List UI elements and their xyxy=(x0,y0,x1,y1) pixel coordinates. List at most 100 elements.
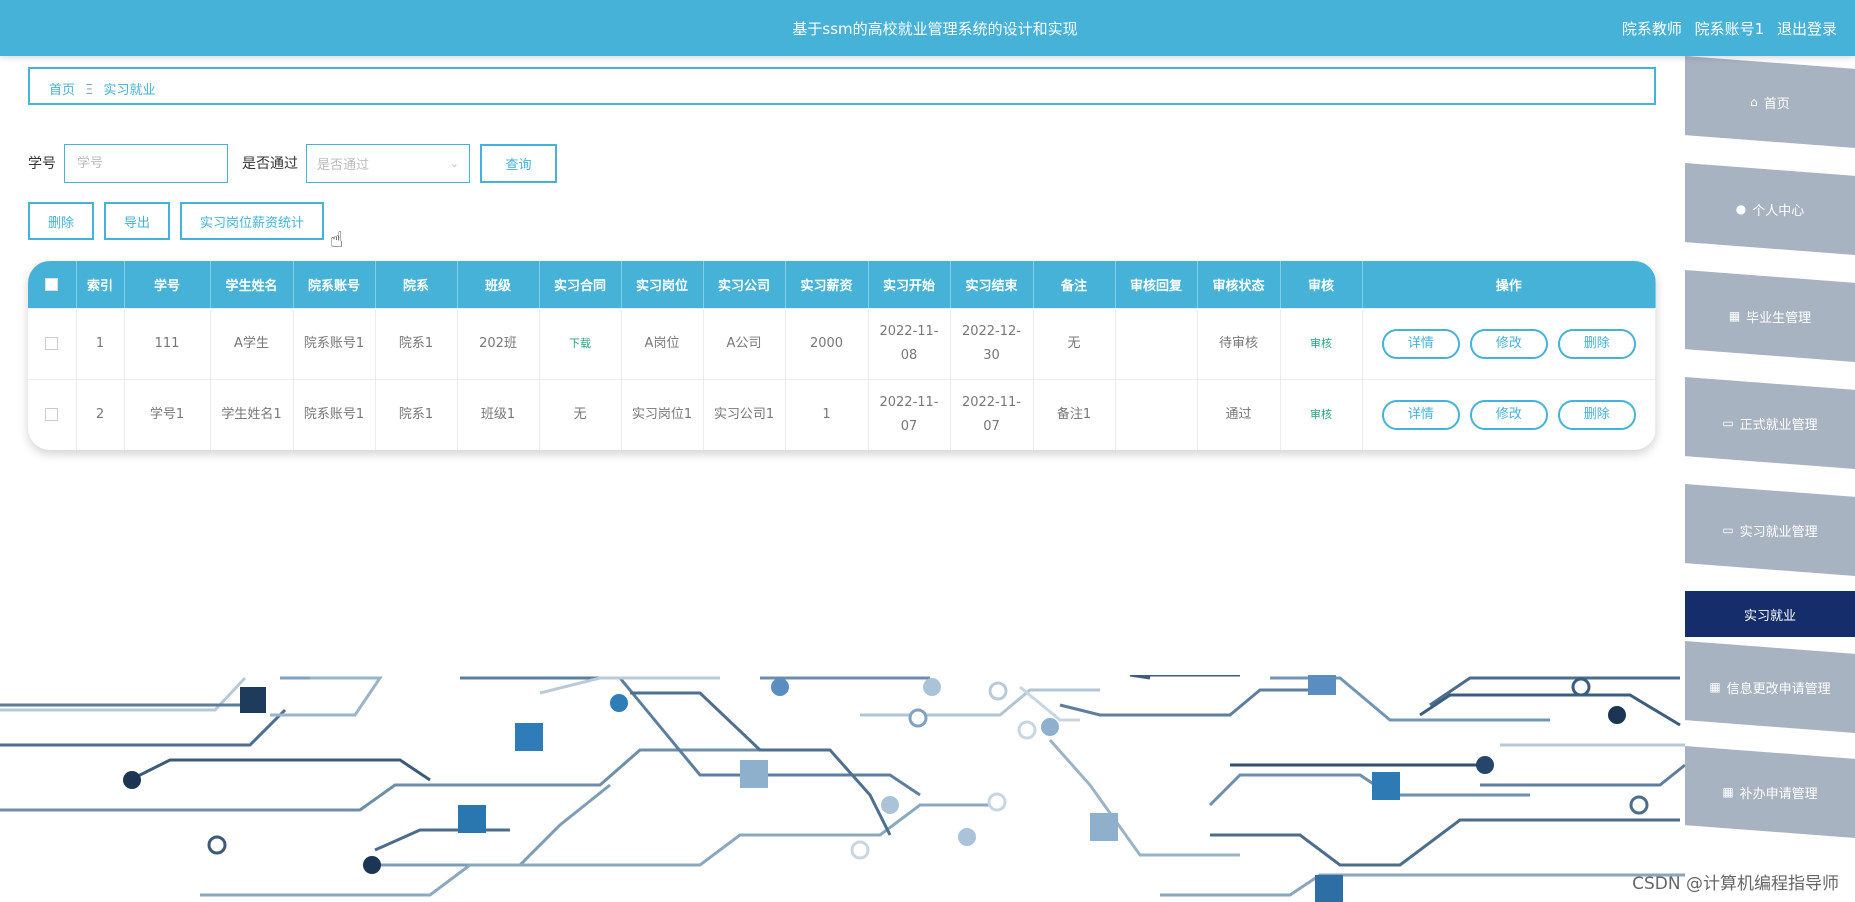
cell-position: A岗位 xyxy=(621,307,704,379)
breadcrumb-home[interactable]: 首页 xyxy=(49,83,75,98)
cell-class: 202班 xyxy=(457,307,540,379)
delete-button[interactable]: 删除 xyxy=(1557,399,1636,430)
sidebar-item-label: 实习就业管理 xyxy=(1739,524,1818,540)
cell-position: 实习岗位1 xyxy=(621,378,704,450)
detail-button[interactable]: 详情 xyxy=(1381,328,1460,359)
cell-reply xyxy=(1115,378,1198,450)
cell-start: 2022-11-08 xyxy=(868,307,951,379)
sidebar-item-label: 实习就业 xyxy=(1743,608,1796,624)
cell-note: 备注1 xyxy=(1033,378,1116,450)
data-table: 索引 学号 学生姓名 院系账号 院系 班级 实习合同 实习岗位 实习公司 实习薪… xyxy=(28,261,1656,450)
cell-dept-account: 院系账号1 xyxy=(293,378,376,450)
row-checkbox[interactable] xyxy=(45,407,59,421)
batch-delete-button[interactable]: 删除 xyxy=(28,202,95,240)
column-header: 索引 xyxy=(76,261,125,308)
breadcrumb: 首页 Ξ 实习就业 xyxy=(28,67,1656,105)
edit-button[interactable]: 修改 xyxy=(1469,399,1548,430)
row-select-cell[interactable] xyxy=(28,307,77,379)
sidebar-item-label: 首页 xyxy=(1763,96,1790,112)
user-role: 院系教师 xyxy=(1621,20,1682,38)
circuit-background xyxy=(0,675,1685,902)
column-header: 实习结束 xyxy=(950,261,1034,308)
column-header: 审核回复 xyxy=(1115,261,1198,308)
column-header: 审核 xyxy=(1280,261,1363,308)
table-header-row: 索引 学号 学生姓名 院系账号 院系 班级 实习合同 实习岗位 实习公司 实习薪… xyxy=(28,261,1656,308)
student-no-input[interactable] xyxy=(64,143,228,183)
cell-salary: 1 xyxy=(785,378,869,450)
grid-icon: ▦ xyxy=(1728,309,1741,323)
cell-note: 无 xyxy=(1033,307,1116,379)
sidebar-item-internship-active[interactable]: 实习就业 xyxy=(1685,591,1855,637)
cell-operations: 详情 修改 删除 xyxy=(1362,307,1656,379)
sidebar-item-label: 个人中心 xyxy=(1752,203,1805,219)
breadcrumb-current: 实习就业 xyxy=(103,83,156,98)
cell-class: 班级1 xyxy=(457,378,540,450)
column-header: 实习开始 xyxy=(868,261,951,308)
column-header: 操作 xyxy=(1362,261,1656,308)
user-account: 院系账号1 xyxy=(1694,20,1765,38)
sidebar-item-internship-management[interactable]: ▭ 实习就业管理 xyxy=(1685,484,1855,576)
cell-name: A学生 xyxy=(210,307,294,379)
sidebar-item-formal-employment[interactable]: ▭ 正式就业管理 xyxy=(1685,377,1855,469)
cell-operations: 详情 修改 删除 xyxy=(1362,378,1656,450)
top-header: 基于ssm的高校就业管理系统的设计和实现 院系教师 院系账号1 退出登录 xyxy=(0,0,1855,56)
cell-reply xyxy=(1115,307,1198,379)
sidebar-item-label: 毕业生管理 xyxy=(1746,310,1812,326)
column-header: 学生姓名 xyxy=(210,261,294,308)
column-header: 学号 xyxy=(124,261,211,308)
edit-button[interactable]: 修改 xyxy=(1469,328,1548,359)
salary-stats-button[interactable]: 实习岗位薪资统计 xyxy=(180,202,325,240)
search-bar: 学号 是否通过 是否通过 ⌄ 查询 xyxy=(28,143,557,183)
row-select-cell[interactable] xyxy=(28,378,77,450)
row-checkbox[interactable] xyxy=(45,336,59,350)
cell-student-no: 学号1 xyxy=(124,378,211,450)
action-toolbar: 删除 导出 实习岗位薪资统计 xyxy=(28,202,325,240)
monitor-icon: ▭ xyxy=(1722,523,1734,537)
sidebar-item-label: 信息更改申请管理 xyxy=(1726,681,1831,697)
query-button[interactable]: 查询 xyxy=(480,143,557,183)
audit-link[interactable]: 审核 xyxy=(1280,307,1363,379)
student-no-label: 学号 xyxy=(28,156,56,172)
hand-cursor-icon: ☝ xyxy=(330,228,344,253)
grid-icon: ▦ xyxy=(1722,785,1734,799)
cell-student-no: 111 xyxy=(124,307,211,379)
sidebar-item-reissue[interactable]: ▦ 补办申请管理 xyxy=(1685,746,1855,838)
pass-select[interactable]: 是否通过 ⌄ xyxy=(306,143,470,183)
cell-contract: 无 xyxy=(539,378,622,450)
audit-link[interactable]: 审核 xyxy=(1280,378,1363,450)
cell-name: 学生姓名1 xyxy=(210,378,294,450)
pass-label: 是否通过 xyxy=(242,156,298,172)
cell-index: 1 xyxy=(76,307,125,379)
chevron-down-icon: ⌄ xyxy=(449,156,459,170)
cell-company: 实习公司1 xyxy=(703,378,786,450)
sidebar-item-graduates[interactable]: ▦ 毕业生管理 xyxy=(1685,270,1855,362)
logout-link[interactable]: 退出登录 xyxy=(1777,20,1837,38)
sidebar-item-home[interactable]: ⌂ 首页 xyxy=(1685,56,1855,148)
delete-button[interactable]: 删除 xyxy=(1557,328,1636,359)
table-row: 1 111 A学生 院系账号1 院系1 202班 下载 A岗位 A公司 2000… xyxy=(28,307,1656,379)
select-all-header[interactable] xyxy=(28,261,77,308)
cell-start: 2022-11-07 xyxy=(868,378,951,450)
grid-icon: ▦ xyxy=(1709,680,1721,694)
detail-button[interactable]: 详情 xyxy=(1381,399,1460,430)
cell-company: A公司 xyxy=(703,307,786,379)
column-header: 备注 xyxy=(1033,261,1116,308)
contract-download-link[interactable]: 下载 xyxy=(539,307,622,379)
column-header: 班级 xyxy=(457,261,540,308)
cell-dept: 院系1 xyxy=(375,307,458,379)
cell-dept: 院系1 xyxy=(375,378,458,450)
sidebar-item-profile[interactable]: ● 个人中心 xyxy=(1685,163,1855,255)
column-header: 实习合同 xyxy=(539,261,622,308)
cell-status: 待审核 xyxy=(1197,307,1281,379)
cell-salary: 2000 xyxy=(785,307,869,379)
cell-index: 2 xyxy=(76,378,125,450)
select-all-checkbox[interactable] xyxy=(45,277,59,291)
breadcrumb-separator: Ξ xyxy=(85,83,94,98)
sidebar-item-info-change[interactable]: ▦ 信息更改申请管理 xyxy=(1685,641,1855,733)
pass-select-placeholder: 是否通过 xyxy=(317,157,370,173)
user-info: 院系教师 院系账号1 退出登录 xyxy=(1614,18,1837,39)
column-header: 审核状态 xyxy=(1197,261,1281,308)
cell-dept-account: 院系账号1 xyxy=(293,307,376,379)
cell-end: 2022-11-07 xyxy=(950,378,1034,450)
export-button[interactable]: 导出 xyxy=(104,202,171,240)
